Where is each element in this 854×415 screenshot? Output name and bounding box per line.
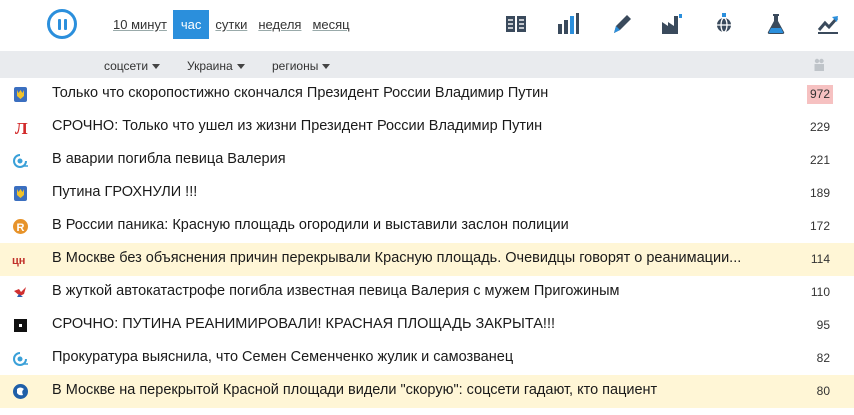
filter-socials[interactable]: соцсети [104,51,161,78]
list-item[interactable]: цн В Москве без объяснения причин перекр… [0,243,854,276]
filter-ukraine[interactable]: Украина [187,51,245,78]
bird-icon [14,287,26,297]
chevron-down-icon [236,64,245,70]
list-item[interactable]: В аварии погибла певица Валерия 221 [0,144,854,177]
top-bar: 10 минут час сутки неделя месяц [0,0,854,51]
share-count: 972 [806,85,833,104]
news-title[interactable]: СРОЧНО: ПУТИНА РЕАНИМИРОВАЛИ! КРАСНАЯ ПЛ… [52,309,752,342]
pen-icon[interactable] [610,12,634,36]
list-item[interactable]: Л СРОЧНО: Только что ушел из жизни Прези… [0,111,854,144]
trident-icon [14,186,27,201]
news-title[interactable]: В аварии погибла певица Валерия [52,144,752,177]
list-item[interactable]: СРОЧНО: ПУТИНА РЕАНИМИРОВАЛИ! КРАСНАЯ ПЛ… [0,309,854,342]
period-hour[interactable]: час [172,10,210,39]
news-title[interactable]: В Москве на перекрытой Красной площади в… [52,375,752,408]
period-10min[interactable]: 10 минут [108,10,172,39]
list-item[interactable]: Путина ГРОХНУЛИ !!! 189 [0,177,854,210]
news-title[interactable]: Только что скоропостижно скончался Прези… [52,78,752,111]
share-count: 82 [816,351,830,365]
filter-bar: соцсети Украина регионы [0,51,854,78]
share-count: 229 [809,120,830,134]
ch-logo-icon: цн [12,255,25,267]
newspaper-icon[interactable] [504,12,528,36]
list-item[interactable]: В жуткой автокатастрофе погибла известна… [0,276,854,309]
flask-icon[interactable] [764,12,788,36]
news-title[interactable]: В России паника: Красную площадь огороди… [52,210,752,243]
orange-r-icon: R [13,219,28,234]
svg-text:R: R [17,222,25,234]
share-count: 95 [816,318,830,332]
svg-text:Л: Л [15,119,28,136]
black-square-icon [14,319,27,332]
list-item[interactable]: Прокуратура выяснила, что Семен Семенчен… [0,342,854,375]
trend-up-icon[interactable] [816,12,840,36]
svg-text:цн: цн [12,255,25,267]
period-day[interactable]: сутки [210,10,252,39]
share-count: 114 [810,252,830,266]
share-count: 80 [816,384,830,398]
news-title[interactable]: Путина ГРОХНУЛИ !!! [52,177,752,210]
news-title[interactable]: Прокуратура выяснила, что Семен Семенчен… [52,342,752,375]
share-count: 221 [809,153,830,167]
news-title[interactable]: В Москве без объяснения причин перекрыва… [52,243,752,276]
share-count: 172 [809,219,830,233]
pause-circle-icon[interactable] [47,9,77,39]
period-week[interactable]: неделя [253,10,306,39]
factory-icon[interactable] [660,12,684,36]
blue-swirl-icon [13,352,28,366]
period-month[interactable]: месяц [307,10,354,39]
chevron-down-icon [322,64,331,70]
trident-icon [14,87,27,102]
period-switcher: 10 минут час сутки неделя месяц [108,10,356,39]
bar-chart-icon[interactable] [556,12,580,36]
list-item[interactable]: Только что скоропостижно скончался Прези… [0,78,854,111]
category-toolbar [500,12,854,36]
share-count: 110 [810,285,830,299]
list-item[interactable]: В Москве на перекрытой Красной площади в… [0,375,854,408]
filter-regions[interactable]: регионы [272,51,331,78]
list-item[interactable]: R В России паника: Красную площадь огоро… [0,210,854,243]
chevron-down-icon [152,64,161,70]
news-title[interactable]: СРОЧНО: Только что ушел из жизни Президе… [52,111,752,144]
globe-icon[interactable] [712,12,736,36]
red-l-icon: Л [15,119,28,136]
share-count: 189 [809,186,830,200]
users-icon [814,58,824,71]
blue-swirl-icon [13,154,28,168]
blue-globe-icon [13,384,28,399]
news-title[interactable]: В жуткой автокатастрофе погибла известна… [52,276,752,309]
